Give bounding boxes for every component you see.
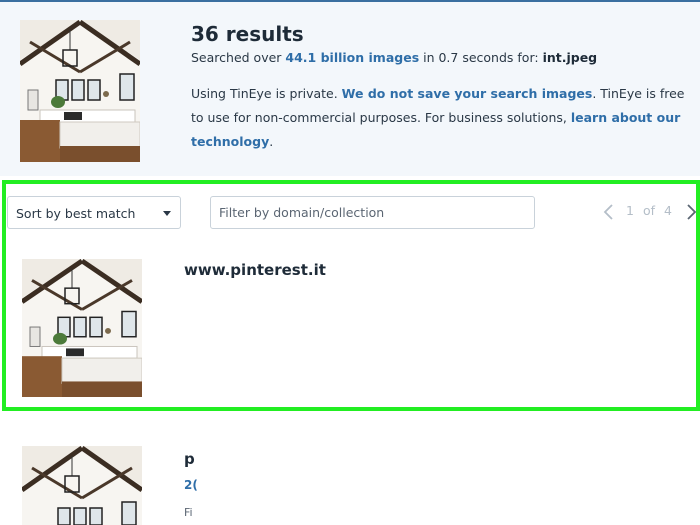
chevron-left-icon[interactable] <box>600 203 618 221</box>
privacy-link[interactable]: We do not save your search images <box>342 86 593 101</box>
sort-dropdown[interactable]: Sort by best match <box>7 196 181 229</box>
filter-input[interactable] <box>210 196 535 229</box>
page-of: of <box>643 203 656 218</box>
privacy-notice: Using TinEye is private. We do not save … <box>191 86 685 149</box>
search-summary: 36 results Searched over 44.1 billion im… <box>0 2 700 176</box>
kitchen-image <box>22 259 142 397</box>
results-count: 36 results <box>191 22 304 46</box>
sort-label: Sort by best match <box>16 206 136 221</box>
searched-info: Searched over 44.1 billion images in 0.7… <box>191 50 598 65</box>
kitchen-image <box>20 20 140 162</box>
page-current: 1 <box>626 203 634 218</box>
query-filename: int.jpeg <box>542 50 598 65</box>
result-date-partial: 2( <box>184 478 198 492</box>
billion-images-link[interactable]: 44.1 billion images <box>285 50 419 65</box>
chevron-right-icon[interactable] <box>684 203 700 221</box>
result-meta-partial: Fi <box>184 506 193 519</box>
kitchen-image <box>22 446 142 525</box>
result-domain[interactable]: www.pinterest.it <box>184 261 326 279</box>
page-total: 4 <box>664 203 672 218</box>
query-image <box>20 20 140 162</box>
result-thumbnail[interactable] <box>22 446 142 525</box>
chevron-down-icon <box>163 211 171 216</box>
result-domain-partial[interactable]: p <box>184 450 195 468</box>
result-thumbnail[interactable] <box>22 259 142 397</box>
